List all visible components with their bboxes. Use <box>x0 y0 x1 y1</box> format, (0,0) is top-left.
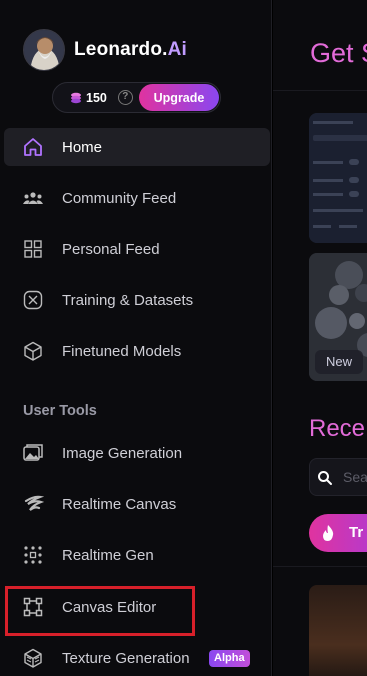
flame-icon <box>323 525 334 541</box>
new-badge: New <box>315 350 363 374</box>
credits-pill: 150 ? Upgrade <box>52 82 221 113</box>
nav-item-canvas-editor[interactable]: Canvas Editor <box>4 588 270 626</box>
main-content: Get S New Rece Sea <box>273 0 367 676</box>
feature-card[interactable]: New <box>309 253 367 381</box>
canvas-frame-icon <box>23 597 43 617</box>
trending-button[interactable]: Tr <box>309 514 367 552</box>
search-icon <box>318 471 332 485</box>
nav-label: Texture Generation <box>62 649 190 667</box>
feature-card[interactable] <box>309 113 367 243</box>
nav-label: Image Generation <box>62 444 183 462</box>
search-input[interactable]: Sea <box>309 458 367 496</box>
cube-icon <box>24 341 42 361</box>
nav-item-image-generation[interactable]: Image Generation <box>4 434 270 472</box>
nav-label: Training & Datasets <box>62 291 194 309</box>
nav-item-personal-feed[interactable]: Personal Feed <box>4 230 270 268</box>
divider <box>273 90 367 91</box>
home-icon <box>24 138 42 156</box>
nav-item-home[interactable]: Home <box>4 128 270 166</box>
brain-icon <box>23 290 43 310</box>
brush-stroke-icon <box>24 495 44 511</box>
token-icon <box>71 92 81 103</box>
card-preview-image <box>309 113 367 243</box>
gallery-image[interactable] <box>309 585 367 676</box>
nav-label: Home <box>62 138 103 156</box>
nav-item-realtime-gen[interactable]: Realtime Gen <box>4 536 270 574</box>
nav-item-finetuned-models[interactable]: Finetuned Models <box>4 332 270 370</box>
trending-label: Tr <box>349 524 364 541</box>
nav-item-realtime-canvas[interactable]: Realtime Canvas <box>4 485 270 523</box>
texture-cube-icon <box>24 648 42 668</box>
nav-label: Canvas Editor <box>62 598 157 616</box>
search-placeholder: Sea <box>343 469 367 485</box>
nav-label: Realtime Gen <box>62 546 154 564</box>
nav-label: Finetuned Models <box>62 342 182 360</box>
brand-suffix: Ai <box>167 39 188 60</box>
sidebar: Leonardo.Ai 150 ? Upgrade Home Community… <box>0 0 272 676</box>
image-icon <box>23 444 43 461</box>
people-icon <box>23 192 43 204</box>
nav-item-texture-generation[interactable]: Texture Generation Alpha <box>4 639 270 676</box>
nav-item-training-datasets[interactable]: Training & Datasets <box>4 281 270 319</box>
nav-item-community-feed[interactable]: Community Feed <box>4 179 270 217</box>
page-headline: Get S <box>310 38 367 68</box>
nav-label: Community Feed <box>62 189 177 207</box>
grid-icon <box>24 240 42 258</box>
brand[interactable]: Leonardo.Ai <box>23 29 187 71</box>
dots-grid-icon <box>24 546 42 564</box>
avatar <box>23 29 65 71</box>
user-tools-title: User Tools <box>23 403 97 419</box>
divider <box>273 566 367 567</box>
help-icon[interactable]: ? <box>117 90 133 105</box>
alpha-badge: Alpha <box>209 650 250 667</box>
nav-label: Personal Feed <box>62 240 160 258</box>
brand-name: Leonardo.Ai <box>74 39 188 60</box>
nav-label: Realtime Canvas <box>62 495 177 513</box>
credit-count: 150 <box>86 90 107 105</box>
recent-title: Rece <box>309 415 366 442</box>
upgrade-button[interactable]: Upgrade <box>139 84 219 111</box>
